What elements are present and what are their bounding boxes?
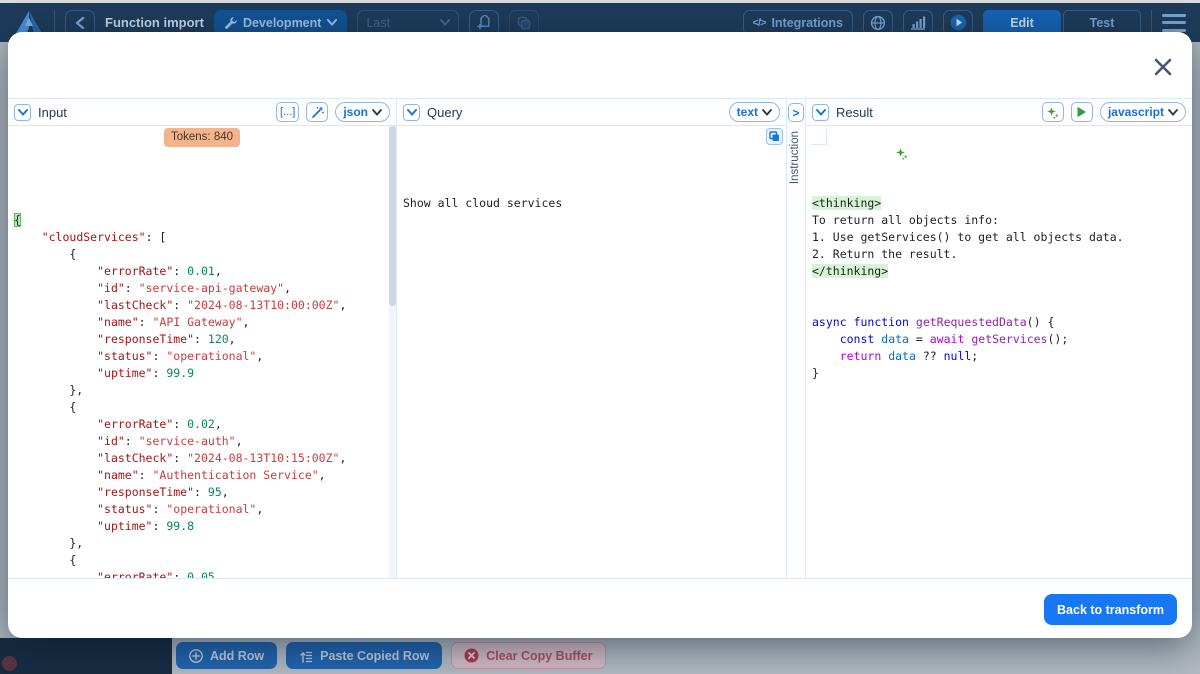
ai-generate-button[interactable] [1041,102,1064,122]
sidebar-footer [0,638,172,674]
chevron-down-icon [406,108,417,116]
format-wand-button[interactable] [306,102,329,122]
x-circle-icon [464,648,479,663]
last-select-value: Last [366,15,391,30]
ai-inline-sparkle-icon[interactable] [811,129,907,160]
copy-icon [518,16,531,29]
chevron-down-icon [1168,108,1178,116]
query-panel: Query text Show all cloud services [397,99,787,578]
wrench-icon [225,17,237,29]
plus-circle-icon [189,648,203,663]
input-scrollbar[interactable] [389,126,396,578]
chevron-down-icon [372,108,382,116]
add-row-button[interactable]: Add Row [176,642,278,669]
menu-icon[interactable] [1162,13,1186,32]
query-panel-title: Query [427,104,463,120]
close-icon[interactable] [1152,56,1174,78]
result-panel-header: Result javascript [806,99,1192,126]
editor-panels: Input [...] json Tokens: 840 { "cloudSer… [8,98,1192,579]
globe-icon [870,15,886,30]
code-brackets-icon: </> [752,16,767,29]
input-format-value: json [343,105,368,119]
copy-query-button[interactable] [766,128,783,145]
add-row-label: Add Row [210,648,265,663]
paste-rows-icon [300,651,313,663]
bottom-toolbar: Add Row Paste Copied Row Clear Copy Buff… [0,638,1200,674]
instruction-tab[interactable]: Instruction [789,131,801,184]
input-panel: Input [...] json Tokens: 840 { "cloudSer… [8,99,397,578]
result-format-select[interactable]: javascript [1099,102,1186,122]
chevron-left-icon [75,16,85,29]
input-json-editor[interactable]: Tokens: 840 { "cloudServices": [ { "erro… [8,126,396,578]
query-format-value: text [736,105,758,119]
chevron-down-icon [815,108,826,116]
sparkle-icon [1047,106,1059,118]
result-code-editor[interactable]: <thinking> To return all objects info: 1. … [806,126,1192,578]
collapse-json-button[interactable]: [...] [276,102,300,122]
back-to-transform-button[interactable]: Back to transform [1044,594,1177,625]
run-result-button[interactable] [1070,102,1093,122]
input-panel-title: Input [38,104,67,120]
tag-plus-icon [477,15,490,30]
chevron-down-icon [17,108,28,116]
bar-chart-icon [911,16,926,30]
result-panel: Result javascript <thinking> To return a… [806,99,1192,578]
query-text-editor[interactable]: Show all cloud services [397,126,786,578]
instruction-strip: > Instruction [787,99,806,578]
result-format-value: javascript [1107,105,1164,119]
integrations-label: Integrations [771,15,843,30]
tokens-badge: Tokens: 840 [163,128,241,147]
paste-copied-row-button[interactable]: Paste Copied Row [286,642,443,669]
paste-copied-row-label: Paste Copied Row [320,648,430,663]
transform-editor-modal: Input [...] json Tokens: 840 { "cloudSer… [8,32,1192,638]
result-panel-title: Result [836,104,873,120]
expand-instruction-button[interactable]: > [788,103,804,122]
input-format-select[interactable]: json [335,102,390,122]
app-stage: Function import Development Last </> Int… [0,0,1200,674]
input-panel-header: Input [...] json [8,99,396,126]
collapse-input-button[interactable] [14,103,31,121]
collapse-query-button[interactable] [403,103,420,121]
clear-copy-buffer-label: Clear Copy Buffer [486,648,593,663]
query-format-select[interactable]: text [728,102,780,122]
development-label: Development [242,15,322,30]
page-title: Function import [105,15,204,30]
collapse-result-button[interactable] [812,103,829,121]
chevron-down-icon [327,19,338,26]
clear-copy-buffer-button[interactable]: Clear Copy Buffer [451,642,606,669]
query-panel-header: Query text [397,99,786,126]
play-icon [1077,106,1087,118]
magic-wand-icon [311,106,324,118]
chevron-down-icon [762,108,772,116]
copy-icon [769,131,779,141]
notification-dot-icon [2,656,17,671]
chevron-down-icon [440,19,451,26]
play-circle-icon [950,14,966,31]
